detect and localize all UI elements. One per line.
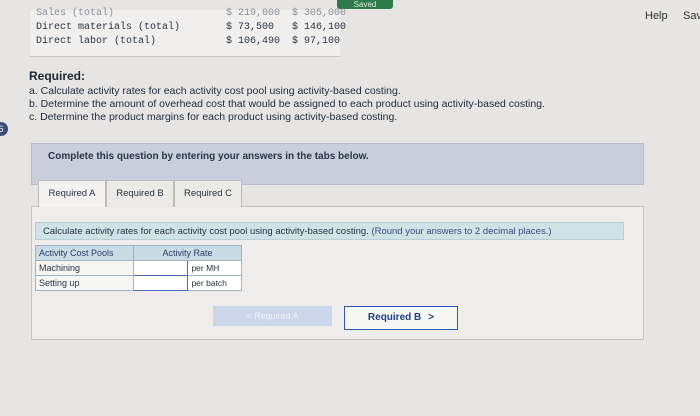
tab-required-c[interactable]: Required C <box>174 180 242 207</box>
data-row-value-1: $ 219,000 <box>226 8 281 19</box>
data-row-value-2: $ 305,000 <box>292 8 347 19</box>
next-required-b-button[interactable]: Required B > <box>344 306 458 330</box>
data-row-value-2: $ 146,100 <box>292 22 347 33</box>
required-item-b: b. Determine the amount of overhead cost… <box>29 98 545 110</box>
pool-label-setting-up: Setting up <box>34 275 135 291</box>
activity-rate-table: Activity Cost Pools Activity Rate Machin… <box>34 245 242 291</box>
data-row-value-2: $ 97,100 <box>292 36 341 47</box>
data-row-label: Direct materials (total) <box>36 22 181 33</box>
header-activity-cost-pools: Activity Cost Pools <box>34 245 135 261</box>
data-row-value-1: $ 73,500 <box>226 22 275 33</box>
question-instruction: Calculate activity rates for each activi… <box>35 222 624 240</box>
data-row-value-1: $ 106,490 <box>226 36 281 47</box>
banner-text: Complete this question by entering your … <box>48 151 369 162</box>
data-row-label: Sales (total) <box>36 8 115 19</box>
data-row-label: Direct labor (total) <box>36 36 157 47</box>
instruction-text: Calculate activity rates for each activi… <box>43 226 369 237</box>
cost-data-block: Sales (total) $ 219,000 $ 305,000 Direct… <box>30 8 346 57</box>
question-number-marker[interactable]: 6 <box>0 122 8 136</box>
header-activity-rate: Activity Rate <box>133 245 242 261</box>
previous-required-a-button[interactable]: < Required A <box>213 306 332 326</box>
table-row: Setting up per batch <box>34 275 242 291</box>
instruction-note: (Round your answers to 2 decimal places.… <box>371 226 552 237</box>
setting-up-rate-input[interactable] <box>133 275 189 291</box>
pool-label-machining: Machining <box>34 260 135 276</box>
save-link[interactable]: Sav <box>683 10 700 22</box>
tab-required-b[interactable]: Required B <box>106 180 174 207</box>
machining-rate-input[interactable] <box>133 260 189 276</box>
tab-required-a[interactable]: Required A <box>38 180 106 207</box>
setting-up-rate-unit: per batch <box>187 275 242 291</box>
required-item-a: a. Calculate activity rates for each act… <box>29 85 401 97</box>
chevron-right-icon: > <box>428 312 435 323</box>
help-link[interactable]: Help <box>645 10 668 22</box>
required-heading: Required: <box>29 69 86 83</box>
instruction-banner: Complete this question by entering your … <box>31 143 644 185</box>
table-row: Machining per MH <box>34 260 242 276</box>
next-button-label: Required B <box>367 312 422 323</box>
required-item-c: c. Determine the product margins for eac… <box>29 111 398 123</box>
machining-rate-unit: per MH <box>187 260 242 276</box>
table-header-row: Activity Cost Pools Activity Rate <box>34 245 242 261</box>
